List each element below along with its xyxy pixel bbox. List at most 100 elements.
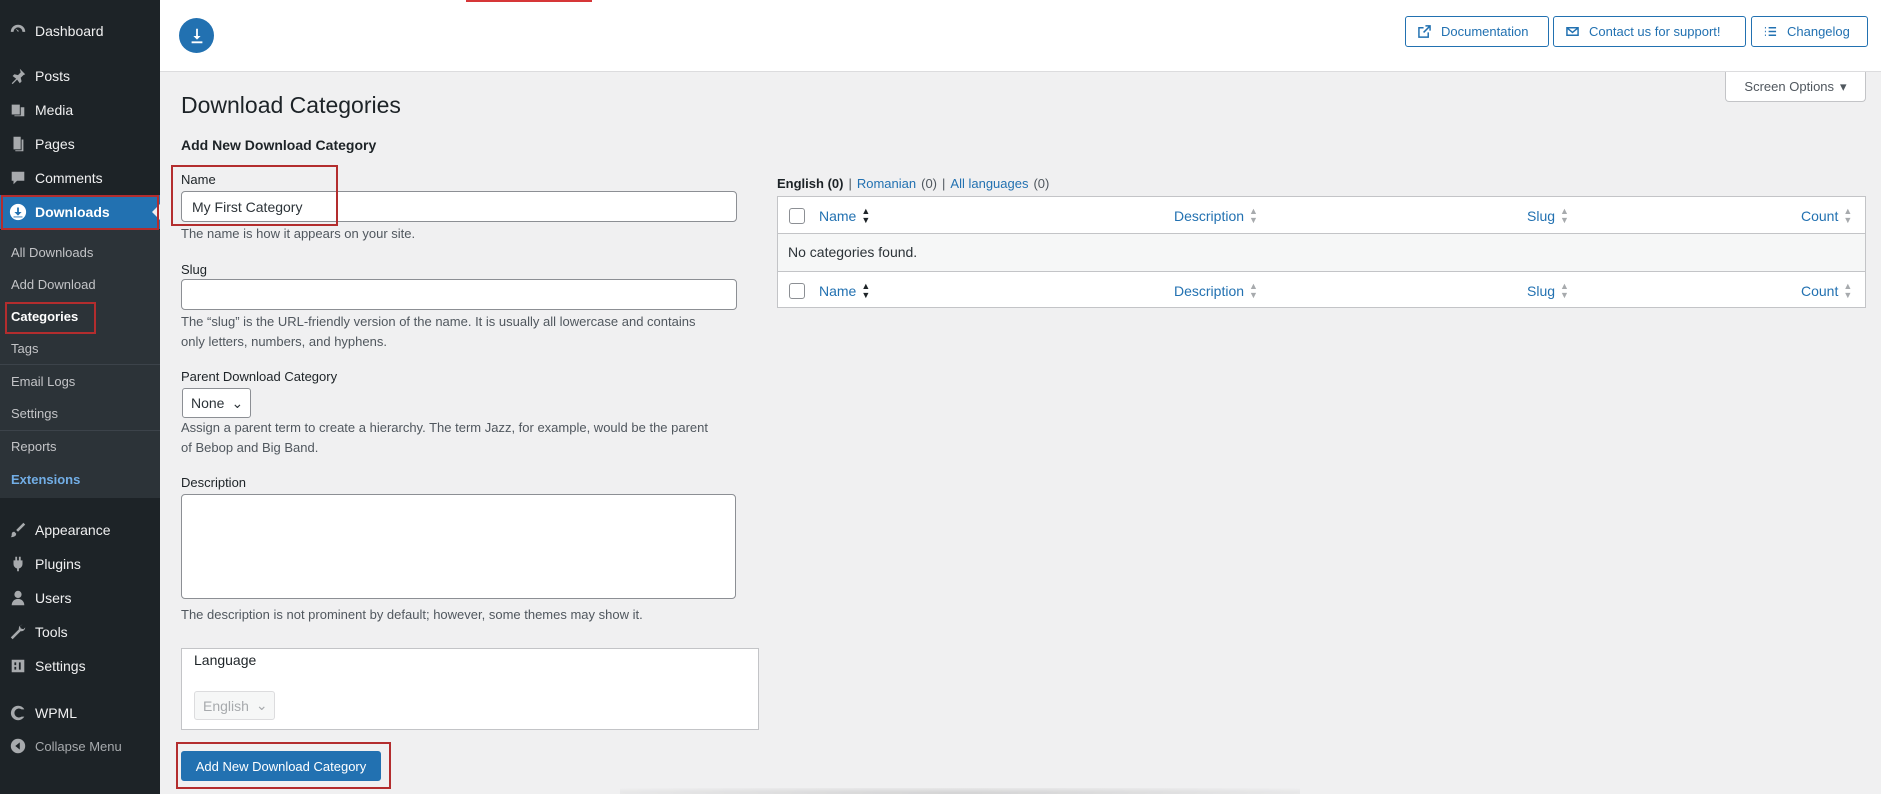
parent-category-select[interactable]: None ⌄ xyxy=(182,388,251,418)
sidebar-item-pages[interactable]: Pages xyxy=(0,127,160,161)
sidebar-item-users[interactable]: Users xyxy=(0,581,160,615)
column-count[interactable]: Count ▲ ▼ xyxy=(1801,207,1852,225)
name-input[interactable] xyxy=(181,191,737,222)
downloads-submenu: All Downloads Add Download Categories Ta… xyxy=(0,230,160,498)
collapse-icon xyxy=(8,736,28,756)
slug-label: Slug xyxy=(181,262,208,277)
list-icon xyxy=(1764,27,1777,36)
sort-icon: ▲ ▼ xyxy=(861,206,871,225)
table-footer-row: Name ▲ ▼ Description ▲ ▼ Slug ▲ ▼ Count ▲ ▼ xyxy=(778,271,1865,308)
media-icon xyxy=(8,100,28,120)
sidebar-item-tools[interactable]: Tools xyxy=(0,615,160,649)
description-help: The description is not prominent by defa… xyxy=(181,607,643,622)
sidebar-item-settings[interactable]: Settings xyxy=(0,649,160,683)
user-icon xyxy=(8,588,28,608)
table-row: No categories found. xyxy=(778,234,1865,271)
column-description[interactable]: Description ▲ ▼ xyxy=(1174,207,1258,225)
column-name[interactable]: Name ▲ ▼ xyxy=(819,207,870,225)
page-title: Download Categories xyxy=(181,92,401,118)
sidebar-item-label: WPML xyxy=(35,705,77,721)
column-count[interactable]: Count ▲ ▼ xyxy=(1801,282,1852,300)
column-slug[interactable]: Slug ▲ ▼ xyxy=(1527,282,1569,300)
sidebar-item-plugins[interactable]: Plugins xyxy=(0,547,160,581)
changelog-button[interactable]: Changelog xyxy=(1751,16,1868,47)
sidebar-item-label: Pages xyxy=(35,136,75,152)
sidebar-item-wpml[interactable]: WPML xyxy=(0,696,160,730)
parent-help: Assign a parent term to create a hierarc… xyxy=(181,420,709,435)
sidebar-item-posts[interactable]: Posts xyxy=(0,59,160,93)
sidebar-item-label: Dashboard xyxy=(35,23,104,39)
submenu-divider xyxy=(0,364,160,365)
add-new-category-button[interactable]: Add New Download Category xyxy=(181,751,381,781)
documentation-button[interactable]: Documentation xyxy=(1405,16,1549,47)
chevron-down-icon: ⌄ xyxy=(231,394,244,411)
collapse-menu-button[interactable]: Collapse Menu xyxy=(0,729,160,763)
submenu-reports[interactable]: Reports xyxy=(11,439,57,454)
sidebar-item-appearance[interactable]: Appearance xyxy=(0,513,160,547)
table-header-row: Name ▲ ▼ Description ▲ ▼ Slug ▲ ▼ Count ▲ ▼ xyxy=(778,197,1865,234)
sidebar-item-label: Settings xyxy=(35,658,86,674)
sidebar-item-label: Tools xyxy=(35,624,68,640)
language-box: Language English ⌄ xyxy=(181,648,759,730)
plugin-header: Documentation Contact us for support! Ch… xyxy=(160,0,1881,72)
dashboard-icon xyxy=(8,21,28,41)
filter-english[interactable]: English (0) xyxy=(777,176,843,191)
column-slug[interactable]: Slug ▲ ▼ xyxy=(1527,207,1569,225)
sidebar-item-downloads[interactable]: Downloads xyxy=(0,195,160,229)
submenu-email-logs[interactable]: Email Logs xyxy=(11,374,75,389)
submenu-extensions[interactable]: Extensions xyxy=(11,472,80,487)
sidebar-item-label: Posts xyxy=(35,68,71,84)
sort-icon: ▲ ▼ xyxy=(1249,281,1258,300)
form-title: Add New Download Category xyxy=(181,137,377,153)
select-all-checkbox[interactable] xyxy=(789,283,805,299)
download-icon xyxy=(191,28,202,43)
filter-romanian[interactable]: Romanian xyxy=(857,176,916,191)
sidebar-item-label: Plugins xyxy=(35,556,81,572)
pin-icon xyxy=(8,66,28,86)
select-all-checkbox[interactable] xyxy=(789,208,805,224)
empty-message: No categories found. xyxy=(788,244,918,260)
column-name[interactable]: Name ▲ ▼ xyxy=(819,282,870,300)
submenu-settings[interactable]: Settings xyxy=(11,406,58,421)
sort-icon: ▲ ▼ xyxy=(1843,206,1853,225)
download-monitor-logo xyxy=(179,18,214,53)
parent-label: Parent Download Category xyxy=(181,369,338,384)
sidebar-item-label: Downloads xyxy=(35,204,110,220)
submenu-divider xyxy=(0,430,160,431)
slug-help: only letters, numbers, and hyphens. xyxy=(181,334,387,349)
sidebar-item-label: Users xyxy=(35,590,72,606)
column-description[interactable]: Description ▲ ▼ xyxy=(1174,282,1258,300)
description-textarea[interactable] xyxy=(181,494,736,599)
admin-sidebar: Dashboard Posts Media Pages Comments Dow… xyxy=(0,0,160,794)
submenu-categories[interactable]: Categories xyxy=(11,309,78,324)
language-select: English ⌄ xyxy=(194,691,275,720)
sidebar-item-label: Appearance xyxy=(35,522,111,538)
download-icon xyxy=(8,202,28,222)
contact-support-button[interactable]: Contact us for support! xyxy=(1553,16,1746,47)
sort-icon: ▲ ▼ xyxy=(1249,206,1258,225)
wrench-icon xyxy=(8,622,28,642)
sidebar-item-label: Media xyxy=(35,102,74,118)
slug-help: The “slug” is the URL-friendly version o… xyxy=(181,314,696,329)
sidebar-item-label: Collapse Menu xyxy=(35,738,122,754)
wpml-icon xyxy=(8,703,28,723)
sort-icon: ▲ ▼ xyxy=(1560,206,1569,225)
sort-icon: ▲ ▼ xyxy=(861,281,871,300)
comment-icon xyxy=(8,168,28,188)
external-link-icon xyxy=(1418,25,1431,38)
screen-options-button[interactable]: Screen Options ▾ xyxy=(1725,72,1866,102)
submenu-tags[interactable]: Tags xyxy=(11,341,38,356)
sort-icon: ▲ ▼ xyxy=(1843,281,1853,300)
submenu-add-download[interactable]: Add Download xyxy=(11,277,96,292)
submenu-all-downloads[interactable]: All Downloads xyxy=(11,245,93,260)
name-help: The name is how it appears on your site. xyxy=(181,226,416,241)
sidebar-item-media[interactable]: Media xyxy=(0,93,160,127)
filter-all-languages[interactable]: All languages xyxy=(950,176,1028,191)
sidebar-item-comments[interactable]: Comments xyxy=(0,161,160,195)
plugin-icon xyxy=(8,554,28,574)
slug-input[interactable] xyxy=(181,279,737,310)
language-filter: English (0) | Romanian (0) | All languag… xyxy=(777,176,1050,191)
caret-down-icon: ▾ xyxy=(1840,78,1847,94)
envelope-icon xyxy=(1566,27,1579,36)
sidebar-item-dashboard[interactable]: Dashboard xyxy=(0,14,160,48)
